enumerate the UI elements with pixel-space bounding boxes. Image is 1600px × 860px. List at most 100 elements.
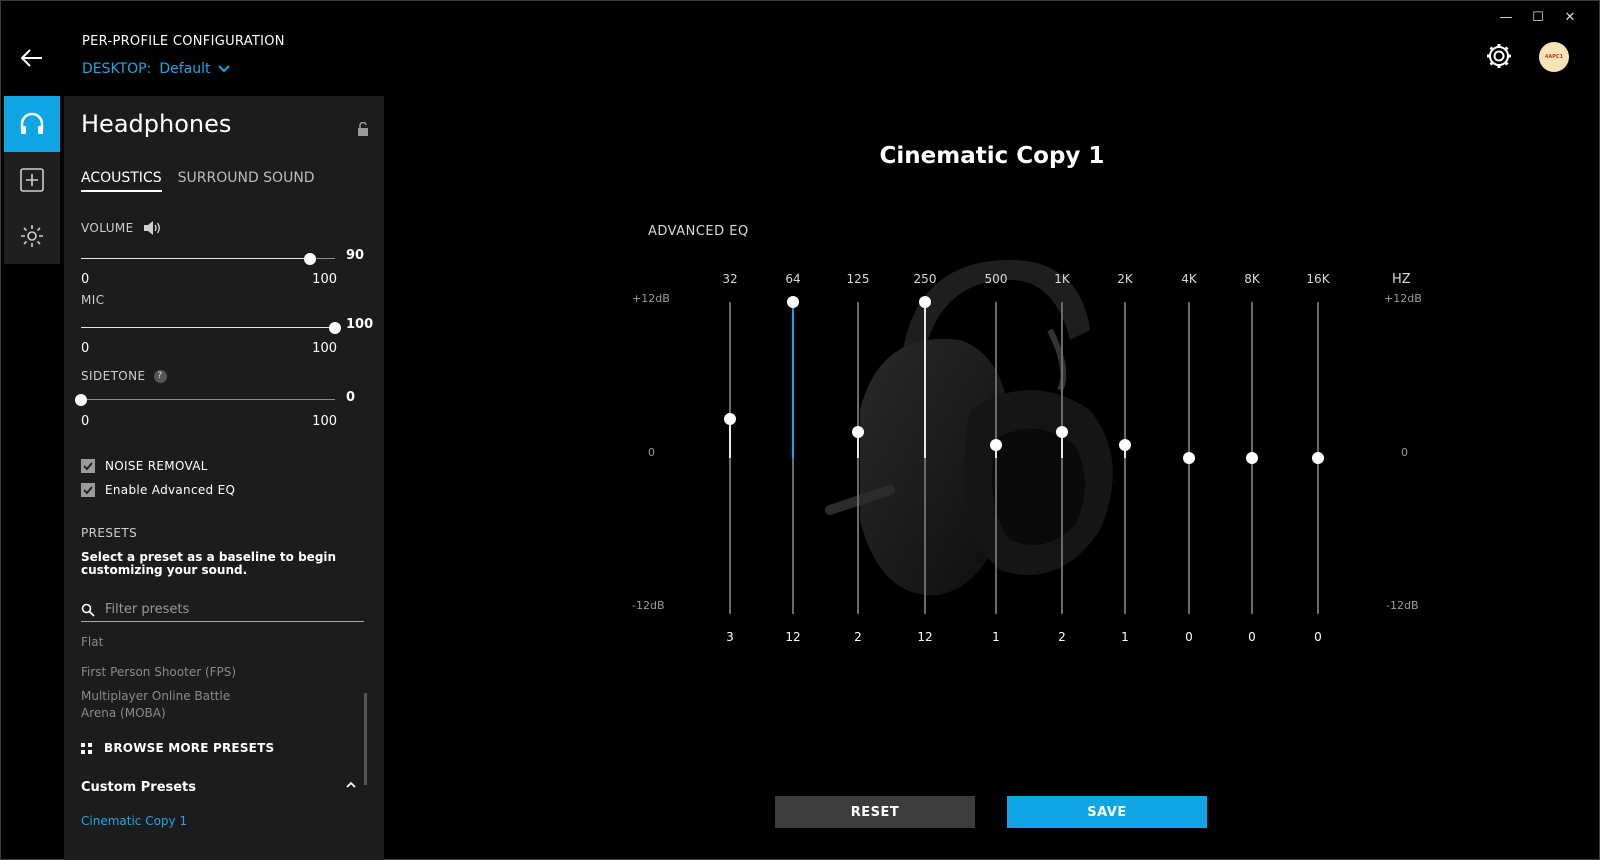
back-arrow-icon[interactable] bbox=[18, 44, 46, 72]
eq-band[interactable]: 16K 0 bbox=[1298, 270, 1338, 650]
panel-title: Headphones bbox=[81, 110, 232, 138]
eq-band[interactable]: 32 3 bbox=[710, 270, 750, 650]
advanced-eq-label: Enable Advanced EQ bbox=[105, 483, 236, 497]
eq-band-value: 0 bbox=[1314, 630, 1322, 644]
eq-band-knob[interactable] bbox=[724, 413, 736, 425]
eq-band-value: 1 bbox=[1121, 630, 1129, 644]
tab-bar: ACOUSTICS SURROUND SOUND bbox=[81, 170, 315, 192]
grid-icon bbox=[81, 742, 92, 754]
close-button[interactable]: ✕ bbox=[1554, 6, 1586, 28]
eq-band-frequency: 2K bbox=[1117, 272, 1133, 286]
volume-slider[interactable] bbox=[81, 252, 335, 266]
avatar[interactable]: 4APC1 bbox=[1539, 42, 1569, 72]
mic-range: 0 100 bbox=[81, 341, 337, 356]
custom-preset-item[interactable]: Cinematic Copy 1 bbox=[81, 814, 187, 828]
preset-item-fps[interactable]: First Person Shooter (FPS) bbox=[81, 664, 236, 681]
eq-band-fill bbox=[792, 302, 794, 458]
window-controls: — ☐ ✕ bbox=[1490, 6, 1586, 28]
eq-band-track[interactable] bbox=[995, 302, 997, 614]
lighting-icon bbox=[21, 225, 43, 247]
eq-band[interactable]: 2K 1 bbox=[1105, 270, 1145, 650]
check-icon bbox=[83, 486, 93, 495]
noise-removal-checkbox[interactable]: NOISE REMOVAL bbox=[81, 459, 208, 473]
slider-thumb[interactable] bbox=[303, 253, 316, 265]
profile-selector[interactable]: DESKTOP: Default bbox=[82, 61, 231, 77]
save-button[interactable]: SAVE bbox=[1007, 796, 1207, 828]
tab-acoustics[interactable]: ACOUSTICS bbox=[81, 170, 162, 192]
mic-label-row: MIC bbox=[81, 293, 104, 307]
eq-band[interactable]: 1K 2 bbox=[1042, 270, 1082, 650]
eq-band[interactable]: 125 2 bbox=[838, 270, 878, 650]
preset-item-flat[interactable]: Flat bbox=[81, 634, 103, 651]
eq-band-knob[interactable] bbox=[1056, 426, 1068, 438]
mic-max: 100 bbox=[312, 341, 337, 356]
gear-icon[interactable] bbox=[1485, 42, 1513, 70]
eq-band-frequency: 16K bbox=[1306, 272, 1330, 286]
eq-band-knob[interactable] bbox=[1183, 452, 1195, 464]
config-title: PER-PROFILE CONFIGURATION bbox=[82, 34, 285, 49]
settings-panel: Headphones ACOUSTICS SURROUND SOUND VOLU… bbox=[64, 96, 384, 860]
speaker-icon[interactable] bbox=[142, 220, 162, 236]
eq-band[interactable]: 250 12 bbox=[905, 270, 945, 650]
sidetone-slider[interactable] bbox=[75, 393, 335, 407]
eq-band-knob[interactable] bbox=[1312, 452, 1324, 464]
sidetone-label: SIDETONE bbox=[81, 369, 146, 383]
eq-band[interactable]: 64 12 bbox=[773, 270, 813, 650]
reset-button[interactable]: RESET bbox=[775, 796, 975, 828]
preset-title: Cinematic Copy 1 bbox=[879, 143, 1105, 169]
eq-band-value: 12 bbox=[917, 630, 933, 644]
eq-band-value: 0 bbox=[1185, 630, 1193, 644]
sidetone-value: 0 bbox=[346, 390, 356, 405]
maximize-button[interactable]: ☐ bbox=[1522, 6, 1554, 28]
preset-item-moba[interactable]: Multiplayer Online Battle Arena (MOBA) bbox=[81, 688, 251, 722]
volume-range: 0 100 bbox=[81, 272, 337, 287]
unlock-icon[interactable] bbox=[357, 122, 369, 136]
eq-band[interactable]: 4K 0 bbox=[1169, 270, 1209, 650]
eq-band-frequency: 1K bbox=[1054, 272, 1070, 286]
slider-thumb[interactable] bbox=[75, 394, 87, 406]
advanced-eq-checkbox[interactable]: Enable Advanced EQ bbox=[81, 483, 235, 497]
headphones-icon bbox=[20, 112, 44, 134]
mic-slider[interactable] bbox=[81, 321, 341, 335]
volume-min: 0 bbox=[81, 272, 90, 287]
eq-band-frequency: 32 bbox=[722, 272, 738, 286]
presets-description: Select a preset as a baseline to begin c… bbox=[81, 550, 337, 577]
browse-more-presets-button[interactable]: BROWSE MORE PRESETS bbox=[81, 741, 274, 755]
volume-max: 100 bbox=[312, 272, 337, 287]
sidetone-label-row: SIDETONE ? bbox=[81, 369, 167, 383]
eq-band-track[interactable] bbox=[729, 302, 731, 614]
eq-band-track[interactable] bbox=[857, 302, 859, 614]
eq-band-track[interactable] bbox=[1124, 302, 1126, 614]
eq-band-knob[interactable] bbox=[1246, 452, 1258, 464]
eq-band-track[interactable] bbox=[1061, 302, 1063, 614]
custom-presets-header[interactable]: Custom Presets bbox=[81, 780, 357, 795]
eq-band-fill bbox=[924, 302, 926, 458]
eq-band-knob[interactable] bbox=[852, 426, 864, 438]
chevron-down-icon bbox=[217, 65, 230, 73]
filter-presets-field[interactable]: Filter presets bbox=[81, 598, 364, 622]
filter-presets-placeholder: Filter presets bbox=[105, 602, 190, 617]
volume-label-row: VOLUME bbox=[81, 220, 162, 236]
checkbox-box[interactable] bbox=[81, 459, 95, 473]
eq-band[interactable]: 8K 0 bbox=[1232, 270, 1272, 650]
sidetone-min: 0 bbox=[81, 414, 90, 429]
eq-band-knob[interactable] bbox=[990, 439, 1002, 451]
eq-band-frequency: 4K bbox=[1181, 272, 1197, 286]
help-icon[interactable]: ? bbox=[153, 369, 167, 383]
add-icon bbox=[20, 168, 44, 192]
eq-band-value: 1 bbox=[992, 630, 1000, 644]
eq-band-knob[interactable] bbox=[919, 296, 931, 308]
slider-thumb[interactable] bbox=[329, 322, 341, 334]
checkbox-box[interactable] bbox=[81, 483, 95, 497]
eq-band-knob[interactable] bbox=[1119, 439, 1131, 451]
eq-band-knob[interactable] bbox=[787, 296, 799, 308]
presets-scrollbar[interactable] bbox=[364, 693, 367, 785]
chevron-up-icon[interactable] bbox=[345, 780, 357, 790]
eq-band-frequency: 250 bbox=[913, 272, 937, 286]
tab-surround-sound[interactable]: SURROUND SOUND bbox=[178, 170, 315, 192]
minimize-button[interactable]: — bbox=[1490, 6, 1522, 28]
eq-band-frequency: 8K bbox=[1244, 272, 1260, 286]
eq-band-value: 2 bbox=[854, 630, 862, 644]
eq-band[interactable]: 500 1 bbox=[976, 270, 1016, 650]
rail-lighting[interactable] bbox=[4, 208, 60, 264]
